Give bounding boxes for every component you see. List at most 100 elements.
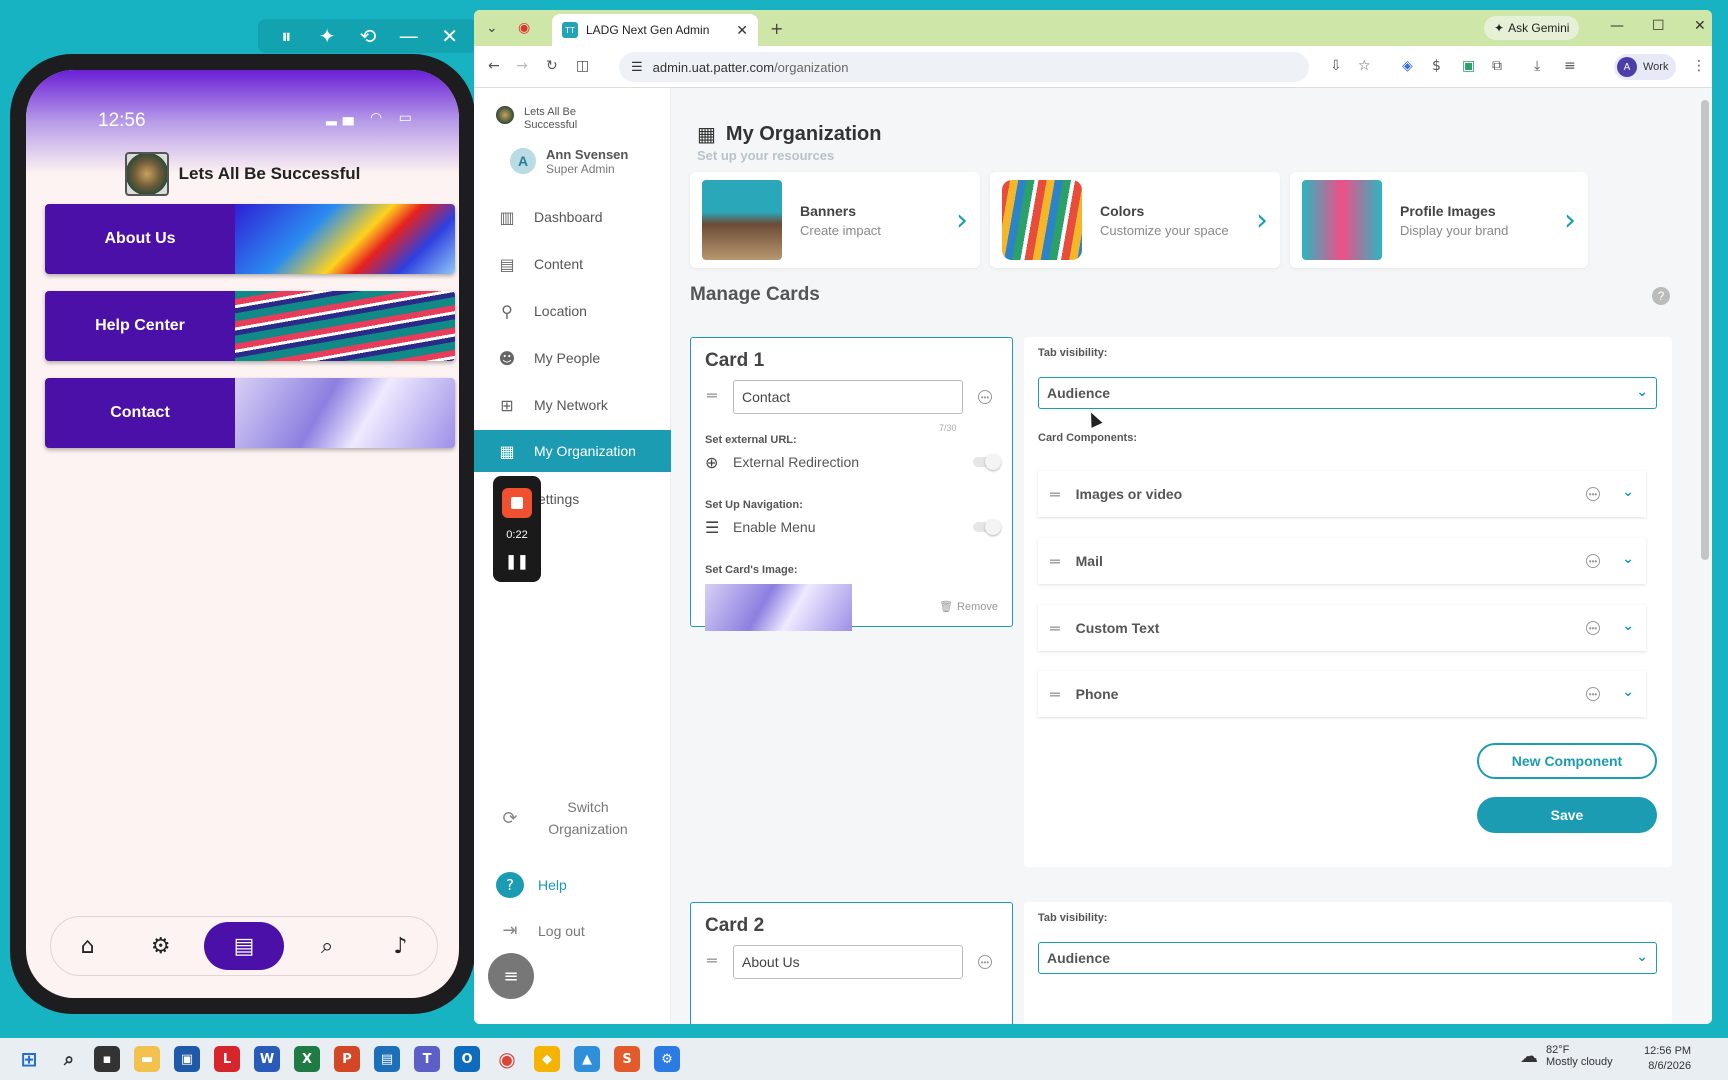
close-icon[interactable]: ✕ (736, 22, 748, 39)
drag-handle-icon[interactable]: ═ (1050, 485, 1060, 504)
photos-icon[interactable]: ▲ (574, 1046, 600, 1072)
pause-recording-icon[interactable]: ❚❚ (505, 553, 528, 570)
stop-recording-button[interactable] (502, 487, 532, 518)
search-icon[interactable]: ⌕ (56, 1046, 82, 1072)
more-options-icon[interactable]: ••• (978, 390, 992, 404)
ask-gemini-button[interactable]: ✦ Ask Gemini (1484, 16, 1580, 40)
save-button[interactable]: Save (1477, 797, 1657, 833)
sidebar-item-my-organization[interactable]: ▦ My Organization (474, 430, 671, 472)
sidebar-item-content[interactable]: ▤ Content (474, 243, 671, 285)
weather-widget[interactable]: ☁ 82°F Mostly cloudy (1520, 1044, 1613, 1068)
snagit-icon[interactable]: S (614, 1046, 640, 1072)
tab-ladg-admin[interactable]: TT LADG Next Gen Admin ✕ (552, 14, 758, 46)
chrome-icon[interactable]: ◉ (494, 1046, 520, 1072)
component-row-images-video[interactable]: ═ Images or video ••• ⌄ (1038, 471, 1646, 517)
file-explorer-icon[interactable]: ▬ (134, 1046, 160, 1072)
maximize-icon[interactable]: ☐ (1652, 18, 1665, 34)
close-window-icon[interactable]: ✕ (1694, 18, 1706, 34)
drag-handle-icon[interactable]: ═ (707, 386, 717, 405)
profile-button[interactable]: A Work (1614, 54, 1677, 80)
audience-select[interactable]: Audience ⌄ (1038, 942, 1657, 974)
sidebar-org[interactable]: Lets All Be Successful (496, 106, 594, 132)
phone-card-help-center[interactable]: Help Center (45, 291, 455, 361)
sidebar-item-dashboard[interactable]: ▥ Dashboard (474, 196, 671, 238)
record-icon[interactable]: ◉ (518, 20, 530, 36)
chevron-down-icon[interactable]: ⌄ (1622, 684, 1634, 700)
switch-organization-button[interactable]: ⟳ Switch Organization (496, 796, 638, 840)
close-icon[interactable]: ✕ (438, 24, 462, 48)
home-icon[interactable]: ⌂ (58, 922, 118, 970)
card-name-input[interactable]: About Us (733, 945, 963, 979)
card-image-preview[interactable] (705, 584, 852, 631)
forward-icon[interactable]: → (516, 58, 528, 74)
bookmark-star-icon[interactable]: ☆ (1358, 58, 1371, 74)
tab-search-icon[interactable]: ⌄ (486, 20, 498, 36)
more-options-icon[interactable]: ••• (1586, 487, 1600, 501)
remove-image-button[interactable]: 🗑 Remove (939, 600, 998, 614)
sidebar-item-my-network[interactable]: ⊞ My Network (474, 384, 671, 426)
new-tab-icon[interactable]: + (770, 19, 783, 38)
extension-new-icon[interactable]: ▣ (1462, 58, 1475, 74)
task-view-icon[interactable]: ▪ (94, 1046, 120, 1072)
book-icon[interactable]: ▤ (203, 922, 284, 970)
more-options-icon[interactable]: ••• (1586, 687, 1600, 701)
extensions-icon[interactable]: ⧉ (1492, 58, 1502, 74)
menu-kebab-icon[interactable]: ⋮ (1692, 58, 1706, 74)
scroll-thumb[interactable] (1701, 100, 1709, 560)
powerpoint-icon[interactable]: P (334, 1046, 360, 1072)
user-profile[interactable]: A Ann Svensen Super Admin (508, 146, 628, 176)
sidebar-item-location[interactable]: ⚲ Location (474, 290, 671, 332)
extension-s-icon[interactable]: $ (1432, 58, 1441, 74)
component-row-phone[interactable]: ═ Phone ••• ⌄ (1038, 671, 1646, 717)
extension-lens-icon[interactable]: ◈ (1402, 58, 1413, 74)
more-options-icon[interactable]: ••• (1586, 554, 1600, 568)
word-icon[interactable]: W (254, 1046, 280, 1072)
resource-card-colors[interactable]: Colors Customize your space › (990, 172, 1280, 268)
excel-icon[interactable]: X (294, 1046, 320, 1072)
settings-app-icon[interactable]: ⚙ (654, 1046, 680, 1072)
chevron-down-icon[interactable]: ⌄ (1622, 551, 1634, 567)
bell-icon[interactable]: ♪ (370, 922, 430, 970)
app-l-icon[interactable]: L (214, 1046, 240, 1072)
new-component-button[interactable]: New Component (1477, 743, 1657, 779)
minimize-icon[interactable]: — (1610, 18, 1624, 34)
more-options-icon[interactable]: ••• (1586, 621, 1600, 635)
drag-handle-icon[interactable]: ═ (1050, 685, 1060, 704)
back-icon[interactable]: ← (488, 58, 500, 74)
pin-icon[interactable]: ✦ (315, 24, 339, 48)
card-name-input[interactable]: Contact (733, 380, 963, 414)
drag-handle-icon[interactable]: ═ (707, 951, 717, 970)
minimize-icon[interactable]: — (397, 24, 421, 48)
install-icon[interactable]: ⇩ (1330, 58, 1342, 74)
gear-icon[interactable]: ⚙ (131, 922, 191, 970)
scrollbar[interactable] (1698, 88, 1712, 1024)
split-view-icon[interactable]: ◫ (576, 58, 589, 74)
component-row-mail[interactable]: ═ Mail ••• ⌄ (1038, 538, 1646, 584)
downloads-icon[interactable]: ⤓ (1534, 58, 1540, 74)
phone-card-about-us[interactable]: About Us (45, 204, 455, 274)
chevron-down-icon[interactable]: ⌄ (1622, 484, 1634, 500)
external-redirection-toggle[interactable] (973, 454, 1001, 470)
resource-card-banners[interactable]: Banners Create impact › (690, 172, 980, 268)
store-icon[interactable]: ▣ (174, 1046, 200, 1072)
more-options-icon[interactable]: ••• (978, 955, 992, 969)
enable-menu-toggle[interactable] (973, 519, 1001, 535)
phone-card-contact[interactable]: Contact (45, 378, 455, 448)
resource-card-profile-images[interactable]: Profile Images Display your brand › (1290, 172, 1588, 268)
drag-handle-icon[interactable]: ═ (1050, 552, 1060, 571)
system-clock[interactable]: 12:56 PM 8/6/2026 (1644, 1044, 1691, 1074)
remote-desktop-icon[interactable]: ▤ (374, 1046, 400, 1072)
pause-icon[interactable]: ⏸ (274, 24, 298, 48)
reload-icon[interactable]: ↻ (546, 58, 558, 74)
help-link[interactable]: ? Help (496, 872, 567, 898)
teams-icon[interactable]: T (414, 1046, 440, 1072)
sidebar-item-my-people[interactable]: ☻ My People (474, 337, 671, 379)
outlook-icon[interactable]: O (454, 1046, 480, 1072)
rotate-icon[interactable]: ⟲ (356, 24, 380, 48)
question-icon[interactable]: ? (1652, 287, 1670, 305)
audience-select[interactable]: Audience ⌄ (1038, 377, 1657, 409)
chevron-down-icon[interactable]: ⌄ (1622, 618, 1634, 634)
collapse-sidebar-button[interactable]: ≡ (488, 953, 534, 999)
address-bar[interactable]: ☰ admin.uat.patter.com/organization (619, 52, 1309, 82)
windows-start-icon[interactable]: ⊞ (16, 1046, 42, 1072)
